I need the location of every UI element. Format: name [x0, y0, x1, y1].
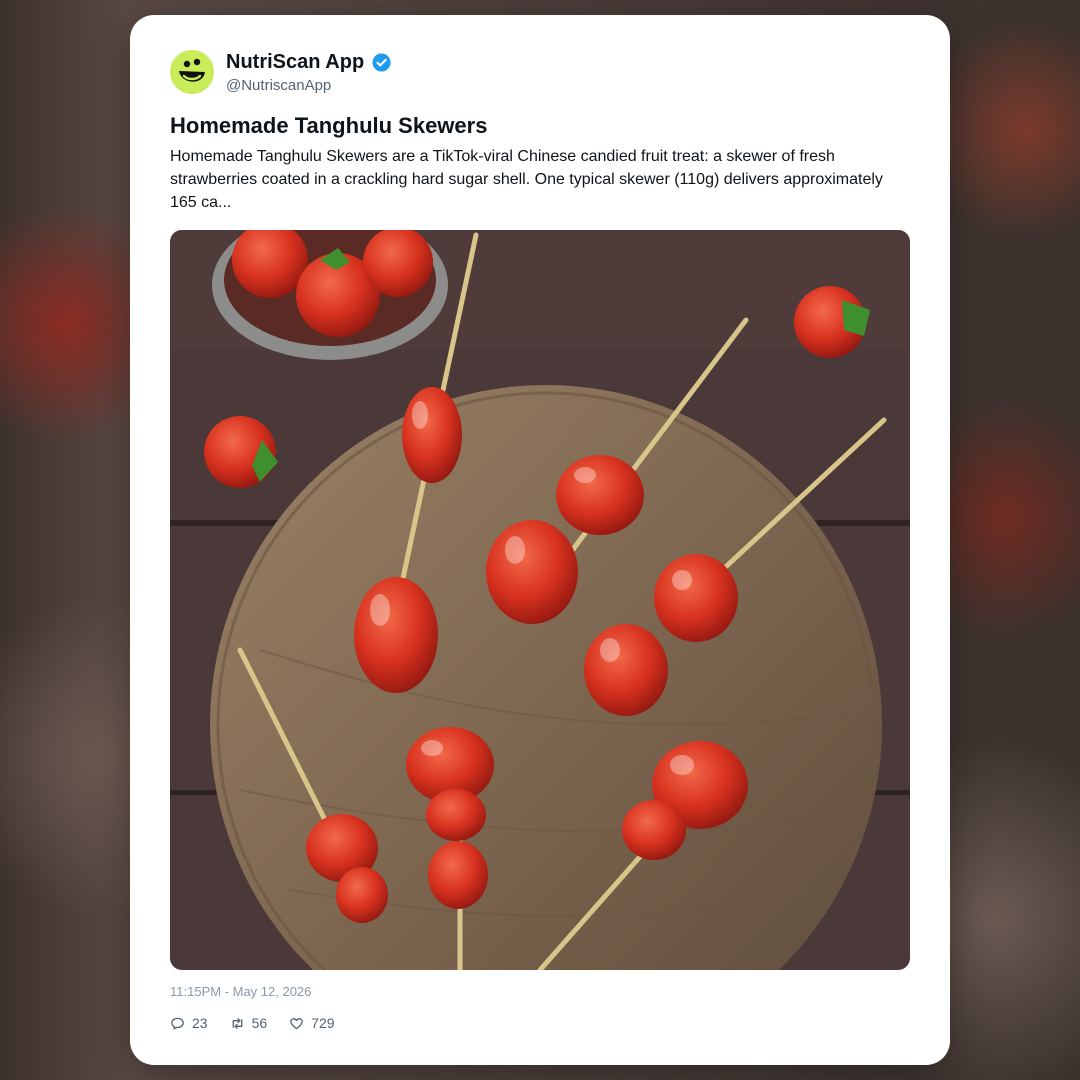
- reply-count: 23: [192, 1015, 208, 1031]
- reply-button[interactable]: 23: [170, 1015, 208, 1031]
- like-count: 729: [311, 1015, 335, 1031]
- verified-badge-icon: [372, 53, 391, 72]
- post-card: NutriScan App @NutriscanApp Homemade Tan…: [130, 15, 950, 1065]
- post-timestamp[interactable]: 11:15PM - May 12, 2026: [170, 984, 311, 999]
- like-button[interactable]: 729: [289, 1015, 335, 1031]
- repost-arrows-icon: [232, 1017, 242, 1029]
- post-image[interactable]: [170, 230, 910, 970]
- post-body: Homemade Tanghulu Skewers are a TikTok-v…: [170, 148, 883, 211]
- speech-bubble-icon: [171, 1017, 184, 1029]
- avatar[interactable]: [170, 50, 214, 94]
- account-name[interactable]: NutriScan App: [226, 51, 364, 74]
- tanghulu-photo: [170, 230, 910, 970]
- smiley-logo-icon: [170, 50, 214, 94]
- repost-count: 56: [251, 1015, 268, 1031]
- repost-button[interactable]: 56: [230, 1015, 268, 1031]
- post-title: Homemade Tanghulu Skewers: [170, 113, 488, 138]
- post-actions: 23 56 729: [170, 1015, 335, 1031]
- account-name-row: NutriScan App: [226, 51, 391, 74]
- account-handle[interactable]: @NutriscanApp: [226, 77, 331, 94]
- heart-icon: [290, 1017, 303, 1029]
